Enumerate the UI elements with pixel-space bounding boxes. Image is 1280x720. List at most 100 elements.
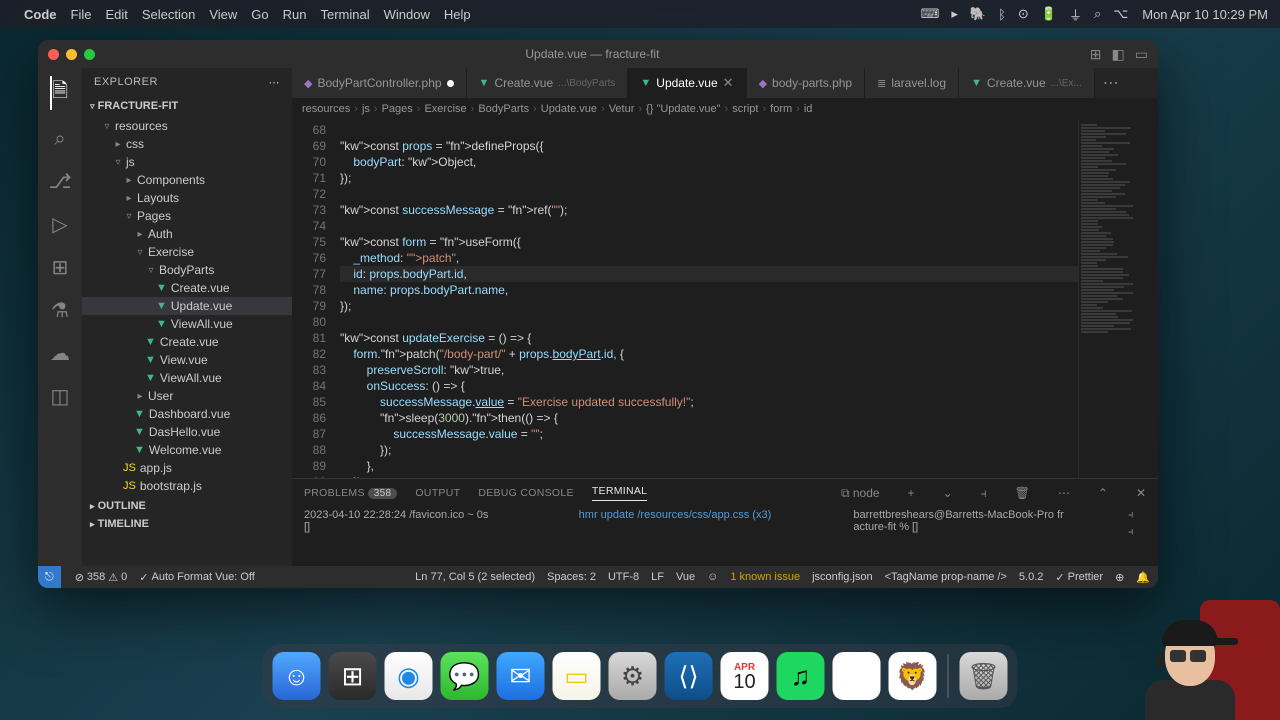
tree-item-viewall-vue[interactable]: ▼ViewAll.vue — [82, 315, 292, 333]
menu-edit[interactable]: Edit — [105, 7, 127, 22]
status-jsconfig[interactable]: jsconfig.json — [812, 571, 873, 583]
window-titlebar[interactable]: Update.vue — fracture-fit ⊞ ◧ ▭ — [38, 40, 1158, 68]
evernote-icon[interactable]: 🐘 — [970, 6, 986, 22]
search-icon[interactable]: ⌕ — [1094, 6, 1101, 22]
cloud-icon[interactable]: ☁ — [50, 341, 70, 366]
breadcrumb-item[interactable]: Pages — [382, 103, 413, 115]
status-prettier[interactable]: ✓ Prettier — [1055, 571, 1103, 584]
tree-item-user[interactable]: ▸User — [82, 387, 292, 405]
breadcrumb-item[interactable]: {} "Update.vue" — [646, 103, 720, 115]
terminal-dropdown-icon[interactable]: ⌄ — [943, 486, 953, 500]
status-smiley-icon[interactable]: ☺ — [707, 571, 718, 583]
layout-panel-icon[interactable]: ⊞ — [1090, 46, 1102, 63]
breadcrumb-item[interactable]: Update.vue — [541, 103, 597, 115]
debug-icon[interactable]: ▷ — [52, 212, 67, 237]
docker-icon[interactable]: ◫ — [51, 384, 70, 409]
tree-item-dashello-vue[interactable]: ▼DasHello.vue — [82, 423, 292, 441]
dock-brave[interactable]: 🦁 — [889, 652, 937, 700]
explorer-icon[interactable]: 🗎 — [50, 76, 68, 110]
status-eol[interactable]: LF — [651, 571, 664, 583]
status-lang[interactable]: Vue — [676, 571, 695, 583]
dock-spotify[interactable]: ♫ — [777, 652, 825, 700]
status-encoding[interactable]: UTF-8 — [608, 571, 639, 583]
battery-icon[interactable]: 🔋 — [1041, 6, 1057, 22]
dock-safari[interactable]: ◉ — [385, 652, 433, 700]
breadcrumb-item[interactable]: BodyParts — [478, 103, 529, 115]
tree-item-create-vue[interactable]: ▼Create.vue — [82, 333, 292, 351]
control-center-icon[interactable]: ⌥ — [1113, 6, 1128, 22]
terminal-tab[interactable]: TERMINAL — [592, 485, 648, 501]
scm-icon[interactable]: ⎇ — [48, 169, 71, 194]
menu-view[interactable]: View — [209, 7, 237, 22]
menubar-clock[interactable]: Mon Apr 10 10:29 PM — [1142, 7, 1268, 22]
dock-settings[interactable]: ⚙ — [609, 652, 657, 700]
tree-item-bodyparts[interactable]: ▿BodyParts — [82, 261, 292, 279]
extensions-icon[interactable]: ⊞ — [52, 255, 69, 280]
tree-item-welcome-vue[interactable]: ▼Welcome.vue — [82, 441, 292, 459]
dock-calendar[interactable]: APR 10 — [721, 652, 769, 700]
status-feedback-icon[interactable]: ⊕ — [1115, 571, 1124, 584]
menu-terminal[interactable]: Terminal — [321, 7, 370, 22]
remote-indicator[interactable]: ⎋ — [38, 566, 61, 588]
tabs-overflow[interactable]: ⋯ — [1095, 68, 1127, 98]
outline-section[interactable]: ▸ OUTLINE — [82, 497, 292, 515]
tab-laravel-log[interactable]: ≣laravel.log — [865, 68, 959, 98]
status-version[interactable]: 5.0.2 — [1019, 571, 1043, 583]
tree-item-view-vue[interactable]: ▼View.vue — [82, 351, 292, 369]
search-activity-icon[interactable]: ⌕ — [54, 128, 65, 151]
tab-create-vue[interactable]: ▼Create.vue ...\BodyParts — [467, 68, 629, 98]
breadcrumb-item[interactable]: form — [770, 103, 792, 115]
code-content[interactable]: "kw">const props = "fn">defineProps({ bo… — [340, 120, 1078, 478]
code-editor[interactable]: 6869707172737475767778798081828384858687… — [292, 120, 1158, 478]
dock-messages[interactable]: 💬 — [441, 652, 489, 700]
status-spaces[interactable]: Spaces: 2 — [547, 571, 596, 583]
terminal-layout2-icon[interactable]: ⫞ — [1128, 526, 1146, 539]
play-icon[interactable]: ▸ — [951, 6, 958, 22]
debug-console-tab[interactable]: DEBUG CONSOLE — [478, 487, 574, 499]
dock-finder[interactable]: ☺ — [273, 652, 321, 700]
tree-item-js[interactable]: ▿js — [82, 153, 292, 171]
breadcrumb[interactable]: resources›js›Pages›Exercise›BodyParts›Up… — [292, 98, 1158, 120]
wifi-icon[interactable]: ⏚ — [1069, 5, 1082, 24]
tab-update-vue[interactable]: ▼Update.vue✕ — [628, 68, 746, 98]
keyboard-icon[interactable]: ⌨ — [921, 6, 940, 22]
layout-customize-icon[interactable]: ▭ — [1135, 46, 1148, 63]
sidebar-more-icon[interactable]: ⋯ — [269, 76, 281, 89]
breadcrumb-item[interactable]: resources — [302, 103, 350, 115]
remote-icon[interactable]: ⚗ — [51, 298, 69, 323]
minimize-window-button[interactable] — [66, 49, 77, 60]
terminal-profile[interactable]: ⧉ node — [841, 486, 880, 501]
panel-more-icon[interactable]: ⋯ — [1058, 486, 1070, 500]
tree-item-resources[interactable]: ▿resources — [82, 117, 292, 135]
dock-mail[interactable]: ✉ — [497, 652, 545, 700]
panel-maximize-icon[interactable]: ⌃ — [1098, 486, 1108, 500]
tab-create-vue[interactable]: ▼Create.vue ...\Ex... — [959, 68, 1095, 98]
tab-body-parts-php[interactable]: ◆body-parts.php — [747, 68, 866, 98]
bluetooth-icon[interactable]: ᛒ — [998, 7, 1006, 22]
layout-sidebar-icon[interactable]: ◧ — [1112, 46, 1125, 63]
tab-bodypartcontroller-php[interactable]: ◆BodyPartController.php — [292, 68, 467, 98]
tree-item-css[interactable]: ▸css — [82, 135, 292, 153]
dock-trash[interactable]: 🗑 — [960, 652, 1008, 700]
new-terminal-icon[interactable]: + — [908, 486, 915, 500]
tree-item-components[interactable]: ▸Components — [82, 171, 292, 189]
maximize-window-button[interactable] — [84, 49, 95, 60]
menu-help[interactable]: Help — [444, 7, 471, 22]
tree-item-dashboard-vue[interactable]: ▼Dashboard.vue — [82, 405, 292, 423]
breadcrumb-item[interactable]: Vetur — [609, 103, 635, 115]
breadcrumb-item[interactable]: Exercise — [424, 103, 466, 115]
tree-item-layouts[interactable]: ▸Layouts — [82, 189, 292, 207]
tree-item-create-vue[interactable]: ▼Create.vue — [82, 279, 292, 297]
status-tagname[interactable]: <TagName prop-name /> — [885, 571, 1007, 583]
tree-item-exercise[interactable]: ▿Exercise — [82, 243, 292, 261]
terminal-layout-icon[interactable]: ⫞ — [1128, 509, 1146, 522]
tree-item-app-js[interactable]: JSapp.js — [82, 459, 292, 477]
terminal-body[interactable]: 2023-04-10 22:28:24 /favicon.ico ~ 0s[] … — [292, 507, 1158, 566]
tree-item-auth[interactable]: ▸Auth — [82, 225, 292, 243]
kill-terminal-icon[interactable]: 🗑 — [1015, 486, 1030, 500]
menu-run[interactable]: Run — [283, 7, 307, 22]
record-icon[interactable]: ⊙ — [1018, 6, 1029, 22]
breadcrumb-item[interactable]: id — [804, 103, 813, 115]
status-cursor[interactable]: Ln 77, Col 5 (2 selected) — [415, 571, 535, 583]
problems-tab[interactable]: PROBLEMS358 — [304, 487, 397, 499]
